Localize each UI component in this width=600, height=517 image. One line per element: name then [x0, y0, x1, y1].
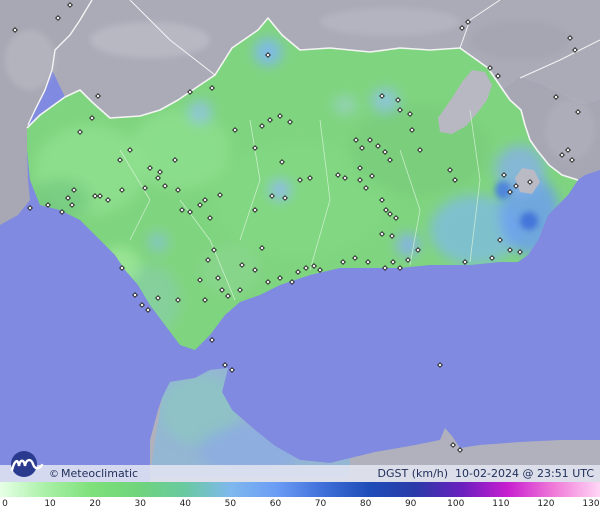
- copyright-symbol: ©: [49, 469, 59, 480]
- scale-tick-label: 90: [404, 499, 417, 509]
- caption-at: @: [522, 467, 534, 480]
- scale-tick-label: 10: [44, 499, 56, 509]
- map-frame: © Meteoclimatic DGST (km/h) 10-02-2024 @ …: [0, 0, 600, 517]
- caption-date: 10-02-2024: [455, 467, 519, 480]
- scale-tick-label: 100: [447, 499, 465, 509]
- map-caption: DGST (km/h) 10-02-2024 @ 23:51 UTC: [377, 466, 594, 481]
- variable-units: (km/h): [411, 467, 449, 480]
- scale-tick-label: 110: [492, 499, 510, 509]
- scale-tick-label: 70: [314, 499, 327, 509]
- variable-name: DGST: [377, 467, 409, 480]
- meteoclimatic-logo: [10, 451, 44, 477]
- caption-timezone: UTC: [572, 467, 594, 480]
- scale-tick-label: 60: [269, 499, 282, 509]
- wind-gust-map: [0, 0, 600, 482]
- scale-ticks: 0 10 20 30 40 50 60 70 80 90 100 110 120 130: [0, 497, 600, 517]
- scale-tick-label: 0: [2, 499, 8, 509]
- brand-name: Meteoclimatic: [61, 467, 139, 480]
- scale-tick-label: 120: [537, 499, 555, 509]
- branding: © Meteoclimatic: [49, 466, 138, 482]
- scale-tick-label: 30: [134, 499, 146, 509]
- color-scale-legend: 0 10 20 30 40 50 60 70 80 90 100 110 120 130: [0, 482, 600, 517]
- scale-tick-label: 130: [582, 499, 600, 509]
- scale-tick-label: 40: [179, 499, 192, 509]
- scale-tick-label: 20: [89, 499, 101, 509]
- color-ramp: [0, 482, 600, 497]
- scale-tick-label: 50: [224, 499, 237, 509]
- caption-time: 23:51: [536, 467, 569, 480]
- scale-tick-label: 80: [359, 499, 372, 509]
